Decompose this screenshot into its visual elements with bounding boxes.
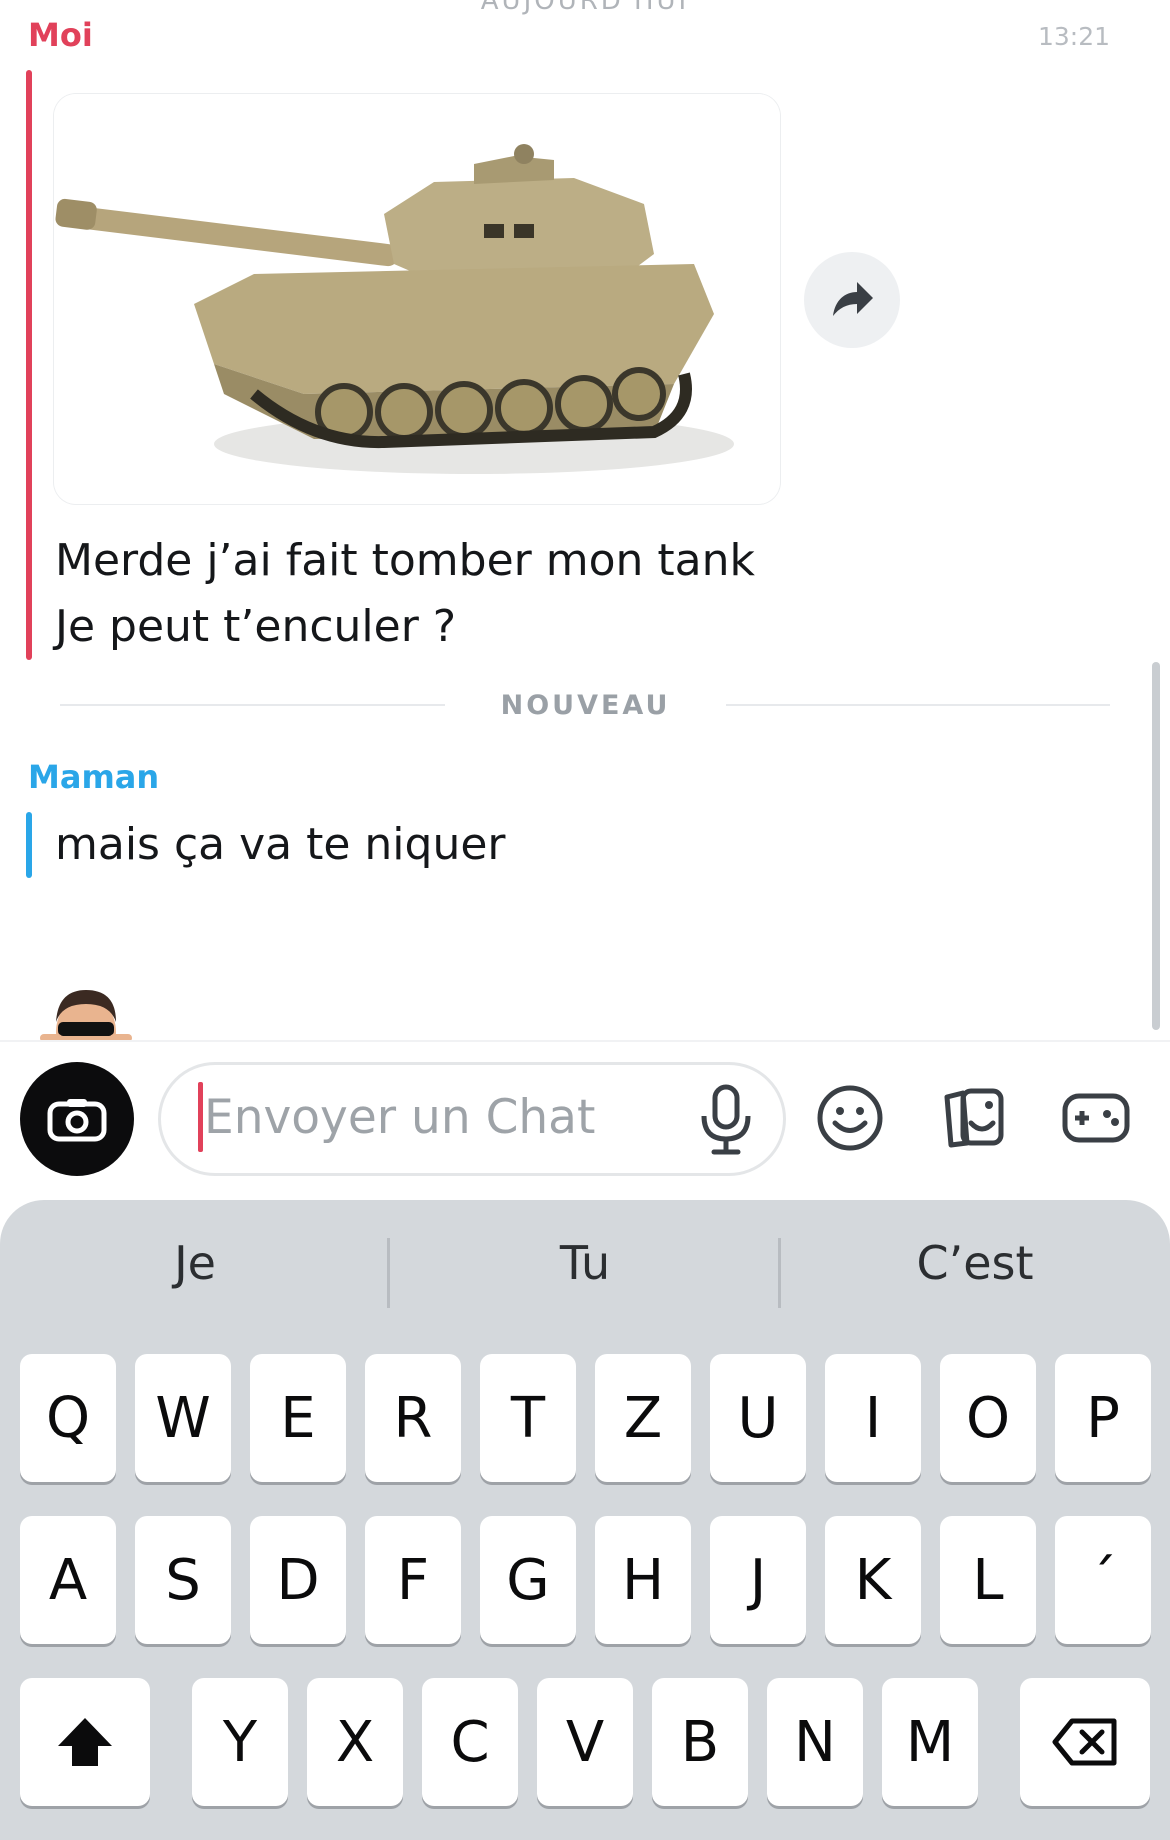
key[interactable]: F — [365, 1516, 461, 1644]
suggestion-2[interactable]: Tu — [420, 1236, 750, 1290]
camera-icon — [47, 1099, 107, 1142]
shift-icon — [58, 1718, 112, 1766]
key[interactable]: P — [1055, 1354, 1151, 1482]
key[interactable]: M — [882, 1678, 978, 1806]
message-text-line-1: Merde j’ai fait tomber mon tank — [55, 535, 755, 586]
key[interactable]: K — [825, 1516, 921, 1644]
key[interactable]: U — [710, 1354, 806, 1482]
suggestion-separator — [778, 1238, 781, 1308]
sender-name-mom: Maman — [28, 758, 160, 796]
key[interactable]: S — [135, 1516, 231, 1644]
chat-input-placeholder: Envoyer un Chat — [204, 1090, 596, 1145]
key[interactable]: Z — [595, 1354, 691, 1482]
sender-name-me: Moi — [28, 16, 93, 54]
composer-separator — [0, 1040, 1170, 1042]
message-text-line-2: Je peut t’enculer ? — [55, 601, 457, 652]
share-button[interactable] — [804, 252, 900, 348]
key[interactable]: O — [940, 1354, 1036, 1482]
tank-image[interactable] — [54, 94, 780, 504]
divider-right — [726, 704, 1110, 706]
key[interactable]: N — [767, 1678, 863, 1806]
key[interactable]: A — [20, 1516, 116, 1644]
key[interactable]: T — [480, 1354, 576, 1482]
backspace-key[interactable] — [1020, 1678, 1150, 1806]
emoji-button[interactable] — [812, 1080, 888, 1156]
key[interactable]: J — [710, 1516, 806, 1644]
backspace-icon — [1052, 1718, 1117, 1766]
games-button[interactable] — [1058, 1080, 1134, 1156]
microphone-icon — [701, 1084, 751, 1155]
camera-button[interactable] — [20, 1062, 134, 1176]
microphone-button[interactable] — [696, 1084, 756, 1156]
key[interactable]: Q — [20, 1354, 116, 1482]
divider-left — [60, 704, 445, 706]
key[interactable]: X — [307, 1678, 403, 1806]
new-messages-label: NOUVEAU — [500, 690, 671, 721]
key[interactable]: D — [250, 1516, 346, 1644]
games-icon — [1062, 1093, 1130, 1143]
date-header: AUJOURD'HUI — [480, 0, 690, 16]
key[interactable]: R — [365, 1354, 461, 1482]
suggestion-1[interactable]: Je — [30, 1236, 360, 1290]
share-icon — [833, 282, 873, 316]
mom-message-text: mais ça va te niquer — [55, 819, 506, 870]
suggestion-separator — [387, 1238, 390, 1308]
key[interactable]: H — [595, 1516, 691, 1644]
my-message-bar — [26, 70, 32, 660]
key[interactable]: V — [537, 1678, 633, 1806]
mom-message-bar — [26, 812, 32, 878]
key[interactable]: L — [940, 1516, 1036, 1644]
key[interactable]: E — [250, 1354, 346, 1482]
emoji-icon — [817, 1085, 883, 1151]
message-timestamp: 13:21 — [1037, 22, 1110, 51]
key[interactable]: B — [652, 1678, 748, 1806]
key[interactable]: I — [825, 1354, 921, 1482]
bitmoji-avatar[interactable] — [40, 982, 132, 1040]
key[interactable]: ´ — [1055, 1516, 1151, 1644]
key[interactable]: G — [480, 1516, 576, 1644]
stickers-button[interactable] — [934, 1080, 1010, 1156]
stickers-icon — [944, 1088, 1004, 1148]
shift-key[interactable] — [20, 1678, 150, 1806]
chat-scrollbar[interactable] — [1152, 662, 1160, 1030]
key[interactable]: Y — [192, 1678, 288, 1806]
key[interactable]: W — [135, 1354, 231, 1482]
text-caret — [198, 1082, 203, 1152]
suggestion-3[interactable]: C’est — [810, 1236, 1140, 1290]
key[interactable]: C — [422, 1678, 518, 1806]
